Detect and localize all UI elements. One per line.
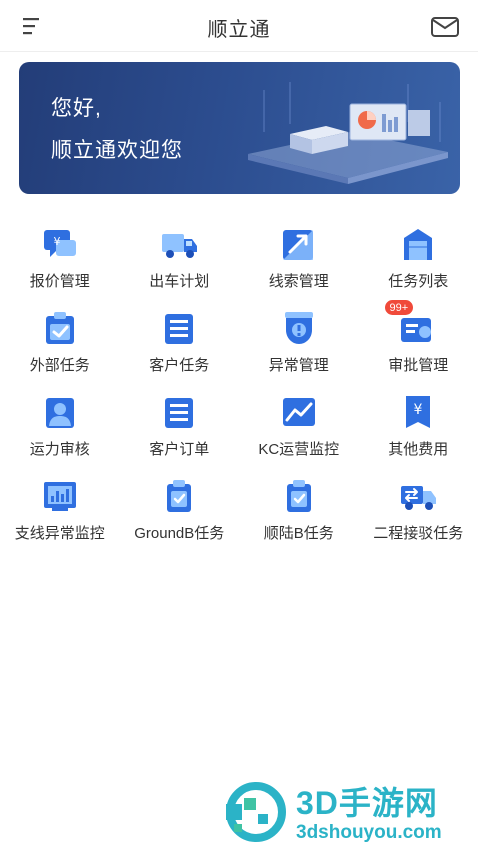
banner-illustration [248, 82, 448, 184]
menu-item-customer-order[interactable]: 客户订单 [120, 390, 240, 474]
menu-item-label: KC运营监控 [258, 441, 340, 458]
other-fee-icon: ¥ [406, 396, 431, 428]
menu-item-dispatch-plan[interactable]: 出车计划 [120, 222, 240, 306]
menu-item-groundb-task[interactable]: GroundB任务 [120, 474, 240, 558]
menu-item-capacity-review[interactable]: 运力审核 [0, 390, 120, 474]
menu-item-approval[interactable]: 99+ 审批管理 [359, 299, 478, 390]
site-watermark: 3D手游网 3dshouyou.com [222, 778, 472, 844]
banner-greeting: 您好, [51, 97, 102, 120]
menu-item-task-list[interactable]: 任务列表 [359, 222, 478, 306]
welcome-banner[interactable]: 您好, 顺立通欢迎您 [19, 62, 460, 194]
shunlu-task-icon [286, 480, 311, 512]
function-grid: ¥ 报价管理 出车计划 线索管理 任务列表 外部任务 客户任务 异常管理 99+… [0, 222, 478, 558]
menu-item-branch-monitor[interactable]: 支线异常监控 [0, 474, 120, 558]
exception-icon [284, 312, 313, 344]
mail-icon[interactable] [430, 16, 460, 38]
menu-item-label: 外部任务 [29, 357, 90, 374]
banner-welcome: 顺立通欢迎您 [51, 139, 183, 162]
menu-item-label: 其他费用 [388, 441, 449, 458]
menu-item-label: 任务列表 [388, 273, 449, 290]
watermark-url: 3dshouyou.com [296, 822, 442, 843]
groundb-task-icon [167, 480, 192, 512]
menu-item-label: 审批管理 [388, 357, 449, 374]
svg-text:¥: ¥ [414, 402, 423, 418]
menu-item-label: GroundB任务 [134, 525, 225, 542]
task-list-icon [404, 229, 433, 260]
transfer-truck-icon [401, 486, 437, 510]
menu-item-kc-monitor[interactable]: KC运营监控 [239, 390, 359, 474]
menu-item-label: 线索管理 [268, 273, 329, 290]
branch-monitor-icon [43, 482, 76, 511]
watermark-title: 3D手游网 [296, 785, 438, 821]
customer-order-icon [165, 398, 194, 428]
menu-item-label: 客户任务 [149, 357, 210, 374]
menu-item-transfer-task[interactable]: 二程接驳任务 [359, 474, 478, 558]
menu-item-label: 运力审核 [29, 441, 90, 458]
top-bar: 顺立通 [0, 0, 478, 52]
menu-item-customer-task[interactable]: 客户任务 [120, 306, 240, 390]
menu-item-label: 客户订单 [149, 441, 210, 458]
customer-task-icon [165, 314, 194, 344]
menu-item-external-task[interactable]: 外部任务 [0, 306, 120, 390]
menu-item-label: 支线异常监控 [14, 525, 105, 542]
svg-text:¥: ¥ [53, 235, 60, 248]
approval-count-badge: 99+ [383, 299, 415, 316]
truck-icon [162, 234, 198, 258]
menu-item-quote[interactable]: ¥ 报价管理 [0, 222, 120, 306]
menu-item-label: 二程接驳任务 [373, 525, 464, 542]
menu-item-other-fee[interactable]: ¥ 其他费用 [359, 390, 478, 474]
external-task-icon [45, 312, 74, 344]
quote-icon: ¥ [43, 230, 76, 257]
menu-item-exception[interactable]: 异常管理 [239, 306, 359, 390]
menu-item-label: 顺陆B任务 [263, 525, 334, 542]
menu-item-leads[interactable]: 线索管理 [239, 222, 359, 306]
menu-item-shunlu-task[interactable]: 顺陆B任务 [239, 474, 359, 558]
capacity-review-icon [45, 398, 74, 428]
menu-item-label: 异常管理 [268, 357, 329, 374]
page-title: 顺立通 [207, 19, 271, 41]
trend-arrow-icon [282, 230, 313, 260]
menu-item-label: 出车计划 [149, 273, 210, 290]
watermark-logo-icon [226, 782, 286, 842]
menu-item-label: 报价管理 [29, 273, 90, 290]
monitor-chart-icon [282, 398, 315, 426]
